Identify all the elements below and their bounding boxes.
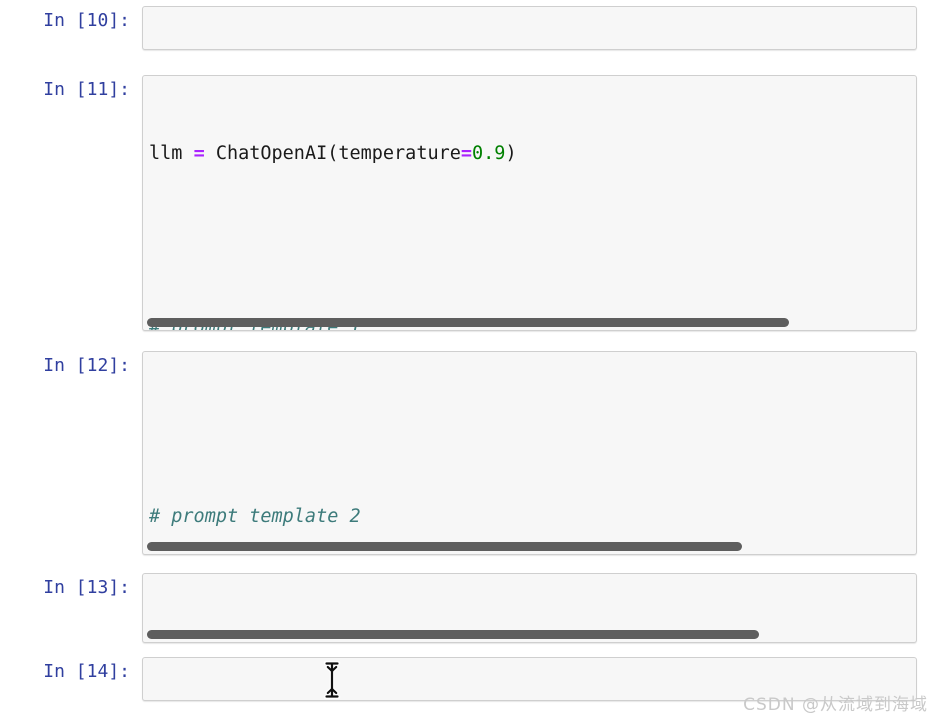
token-operator: = <box>193 143 205 164</box>
code-editor-11[interactable]: llm = ChatOpenAI(temperature=0.9) # prom… <box>143 81 916 330</box>
horizontal-scrollbar[interactable] <box>147 318 789 327</box>
notebook-cell-12: In [12]: # prompt template 2 second_prom… <box>0 351 917 555</box>
token-plain: [chain_ <box>728 641 806 642</box>
token-plain: SimpleSequentialChain(chains <box>394 641 717 642</box>
token-comment: # prompt template 2 <box>149 506 361 527</box>
token-operator: = <box>717 641 728 642</box>
token-plain: llm <box>149 143 194 164</box>
notebook-page: In [10]: from langchain.chains import Si… <box>0 0 936 721</box>
token-plain: overall_simple_chain <box>149 641 383 642</box>
token-plain: ChatOpenAI(temperature <box>204 143 461 164</box>
token-plain: ) <box>505 143 517 164</box>
notebook-cell-11: In [11]: llm = ChatOpenAI(temperature=0.… <box>0 75 917 331</box>
notebook-cell-13: In [13]: overall_simple_chain = SimpleSe… <box>0 573 917 643</box>
code-input-area-10[interactable]: from langchain.chains import SimpleSeque… <box>142 6 917 50</box>
token-operator: = <box>383 641 394 642</box>
token-number: 0.9 <box>472 143 506 164</box>
code-editor-10[interactable]: from langchain.chains import SimpleSeque… <box>143 12 916 49</box>
code-input-area-11[interactable]: llm = ChatOpenAI(temperature=0.9) # prom… <box>142 75 917 331</box>
horizontal-scrollbar[interactable] <box>147 542 742 551</box>
code-input-area-13[interactable]: overall_simple_chain = SimpleSequentialC… <box>142 573 917 643</box>
cell-prompt-14: In [14]: <box>43 661 130 682</box>
code-editor-12[interactable]: # prompt template 2 second_prompt = Chat… <box>143 357 916 554</box>
cell-prompt-13: In [13]: <box>43 577 130 598</box>
code-line: # prompt template 2 <box>149 502 916 531</box>
cell-prompt-11: In [11]: <box>43 79 130 100</box>
notebook-cell-10: In [10]: from langchain.chains import Si… <box>0 6 917 50</box>
cell-prompt-12: In [12]: <box>43 355 130 376</box>
cell-prompt-10: In [10]: <box>43 10 130 31</box>
token-operator: = <box>460 143 473 164</box>
code-input-area-12[interactable]: # prompt template 2 second_prompt = Chat… <box>142 351 917 555</box>
code-line: llm = ChatOpenAI(temperature=0.9) <box>149 139 916 168</box>
horizontal-scrollbar[interactable] <box>147 630 759 639</box>
csdn-watermark: CSDN @从流域到海域 <box>743 695 928 715</box>
